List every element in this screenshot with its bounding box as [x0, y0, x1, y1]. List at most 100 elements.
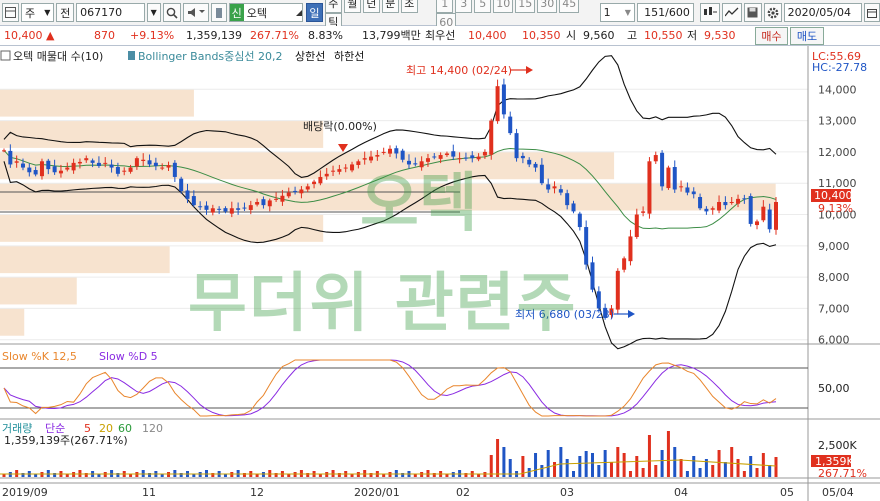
- interval-button-45[interactable]: 45: [559, 0, 580, 13]
- candle-body: [482, 151, 487, 156]
- volume-bar: [540, 465, 544, 477]
- volume-ma20-line: [0, 459, 777, 475]
- candle-body: [710, 208, 715, 210]
- stock-name-field[interactable]: 신 오텍: [228, 3, 304, 22]
- chart-type-icon[interactable]: [699, 3, 720, 22]
- profile-band: [0, 89, 194, 117]
- volume-bar: [622, 453, 626, 477]
- y-tick-label: 12,000: [818, 146, 857, 159]
- price-panel-title: 오텍 매물대 수(10): [13, 50, 103, 63]
- last-volume-pct: 267.71%: [818, 467, 867, 480]
- candle-body: [191, 196, 196, 206]
- candle-body: [653, 155, 658, 162]
- candle-body: [584, 227, 589, 265]
- candle-body: [77, 161, 82, 164]
- candle-body: [381, 151, 386, 153]
- y-tick-label: 13,000: [818, 115, 857, 128]
- candle-body: [565, 193, 570, 206]
- candle-body: [280, 195, 285, 202]
- profile-band: [0, 183, 776, 211]
- period-button-4[interactable]: 초: [400, 0, 418, 13]
- volume-bar: [660, 450, 664, 477]
- candle-body: [255, 202, 260, 205]
- interval-button-10[interactable]: 10: [493, 0, 514, 13]
- candle-body: [546, 184, 551, 190]
- volume-bar: [553, 462, 557, 477]
- save-icon[interactable]: [743, 3, 762, 22]
- period-daily-button[interactable]: 일: [306, 3, 323, 22]
- hc-value: HC:-27.78: [812, 61, 867, 74]
- unit-select[interactable]: 1 ▼: [599, 3, 635, 22]
- ma120-label: 120: [142, 422, 163, 435]
- code-dropdown-icon[interactable]: ▼: [146, 3, 161, 22]
- count-field[interactable]: 151/600: [636, 3, 694, 22]
- profile-band: [0, 120, 324, 148]
- sound-icon[interactable]: [183, 3, 209, 22]
- period-button-3[interactable]: 분: [381, 0, 399, 13]
- panel-menu-icon[interactable]: [0, 50, 11, 61]
- period-button-0[interactable]: 주: [324, 0, 342, 13]
- candle-body: [577, 213, 582, 228]
- interval-button-3[interactable]: 3: [455, 0, 473, 13]
- candle-body: [274, 198, 279, 200]
- buy-button[interactable]: 매수: [755, 27, 788, 45]
- interval-button-1[interactable]: 1: [436, 0, 454, 13]
- settings-icon[interactable]: [763, 3, 782, 22]
- interval-button-30[interactable]: 30: [537, 0, 558, 13]
- candle-body: [514, 133, 519, 159]
- candle-body: [153, 162, 158, 166]
- volume-bar: [666, 431, 670, 477]
- candle-body: [489, 120, 494, 155]
- sell-button[interactable]: 매도: [790, 27, 824, 45]
- candle-body: [115, 167, 120, 174]
- interval-button-5[interactable]: 5: [474, 0, 492, 13]
- candle-body: [8, 150, 13, 165]
- period-button-1[interactable]: 월: [343, 0, 361, 13]
- volume-bar: [572, 471, 576, 477]
- candle-body: [596, 291, 601, 309]
- candle-body: [761, 206, 766, 221]
- x-tick-label: 2020/01: [354, 486, 400, 499]
- volume-bar: [673, 447, 677, 477]
- y-tick-label: 6,000: [818, 334, 850, 347]
- candle-body: [305, 186, 310, 190]
- candle-body: [615, 270, 620, 310]
- candle-body: [444, 153, 449, 156]
- market-select[interactable]: 주 ▼: [21, 3, 55, 22]
- candle-body: [65, 167, 70, 170]
- candle-body: [704, 208, 709, 212]
- candle-body: [103, 162, 108, 164]
- candle-body: [520, 155, 525, 159]
- volume-bar: [774, 457, 778, 477]
- high-annotation: 최고 14,400 (02/24): [406, 64, 512, 77]
- prefix-button[interactable]: 전: [56, 3, 75, 22]
- date-field[interactable]: 2020/05/04: [783, 3, 862, 22]
- volume-bar: [717, 450, 721, 477]
- candle-body: [185, 190, 190, 199]
- stock-code-input[interactable]: 067170: [76, 3, 145, 22]
- volume-bar: [711, 465, 715, 477]
- calendar-icon[interactable]: [863, 3, 880, 22]
- candle-body: [46, 160, 51, 170]
- chart-area[interactable]: 14,00013,00012,00011,00010,0009,0008,000…: [0, 46, 880, 501]
- candle-body: [299, 189, 304, 194]
- candle-body: [508, 116, 513, 134]
- candle-body: [470, 155, 475, 159]
- layout-icon[interactable]: [2, 3, 19, 22]
- search-icon[interactable]: [162, 3, 182, 22]
- indicator-icon[interactable]: [721, 3, 742, 22]
- candle-body: [571, 203, 576, 212]
- candle-body: [369, 156, 374, 161]
- last-price-label: 10,400: [814, 189, 853, 202]
- profile-band: [0, 308, 25, 336]
- best-ask: 10,400: [468, 29, 507, 42]
- candle-body: [388, 148, 392, 154]
- info-icon[interactable]: [210, 3, 227, 22]
- candle-body: [172, 162, 177, 177]
- x-tick-label: 12: [250, 486, 264, 499]
- candle-body: [723, 202, 728, 206]
- bb-legend-swatch: [128, 51, 135, 60]
- interval-button-15[interactable]: 15: [515, 0, 536, 13]
- period-button-2[interactable]: 년: [362, 0, 380, 13]
- candle-body: [166, 165, 171, 168]
